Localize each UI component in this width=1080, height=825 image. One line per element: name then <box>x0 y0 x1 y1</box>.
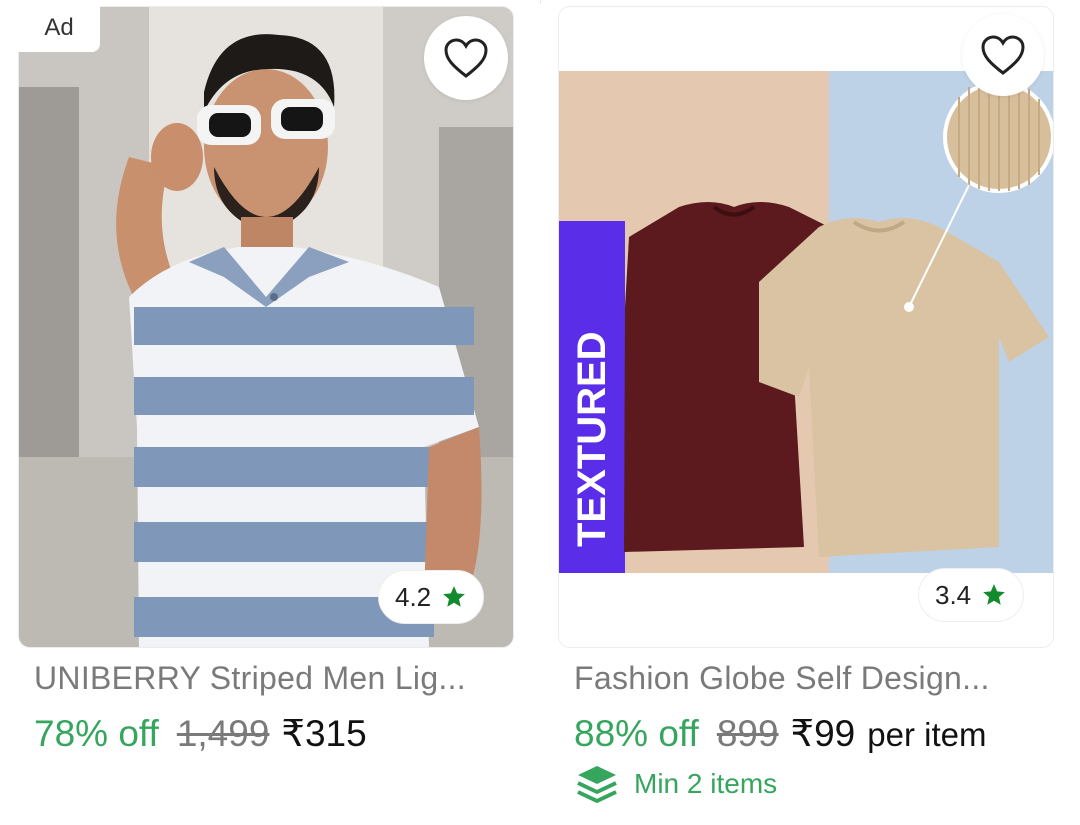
product-image[interactable] <box>18 6 514 648</box>
rating-badge: 3.4 <box>918 568 1025 622</box>
product-card-fashion-globe[interactable]: TEXTURED 3.4 Fashion Globe Self Design..… <box>552 0 1060 825</box>
product-title[interactable]: UNIBERRY Striped Men Lig... <box>34 660 466 697</box>
product-card-uniberry[interactable]: Ad 4.2 UNIBERRY Striped Men Lig... 78% o… <box>12 0 520 825</box>
price-unit: per item <box>867 716 987 753</box>
price-row: 78% off 1,499 ₹315 <box>34 712 367 755</box>
original-price: 899 <box>716 713 779 754</box>
heart-outline-icon <box>981 35 1025 75</box>
rating-value: 3.4 <box>935 579 972 610</box>
rating-value: 4.2 <box>395 581 432 612</box>
rating-badge: 4.2 <box>378 570 485 624</box>
heart-outline-icon <box>444 38 488 78</box>
ad-badge: Ad <box>18 6 100 52</box>
top-divider <box>540 0 541 4</box>
product-image[interactable]: TEXTURED <box>558 6 1054 648</box>
discount-label: 78% off <box>34 713 159 754</box>
selling-price: ₹99 <box>790 713 856 754</box>
original-price: 1,499 <box>176 713 270 754</box>
product-photo-striped-polo <box>19 7 513 647</box>
min-items-label: Min 2 items <box>634 768 778 799</box>
star-icon <box>443 586 465 607</box>
selling-price: ₹315 <box>281 713 367 754</box>
wishlist-button[interactable] <box>962 14 1044 96</box>
stack-layers-icon <box>577 766 617 803</box>
wishlist-button[interactable] <box>424 16 508 100</box>
price-row: 88% off 899 ₹99 per item <box>574 712 986 755</box>
textured-label: TEXTURED <box>570 331 614 547</box>
min-items-info: Min 2 items <box>574 762 777 806</box>
discount-label: 88% off <box>574 713 699 754</box>
product-photo-textured-tshirts: TEXTURED <box>559 7 1053 647</box>
star-icon <box>983 584 1005 605</box>
product-title[interactable]: Fashion Globe Self Design... <box>574 660 990 697</box>
